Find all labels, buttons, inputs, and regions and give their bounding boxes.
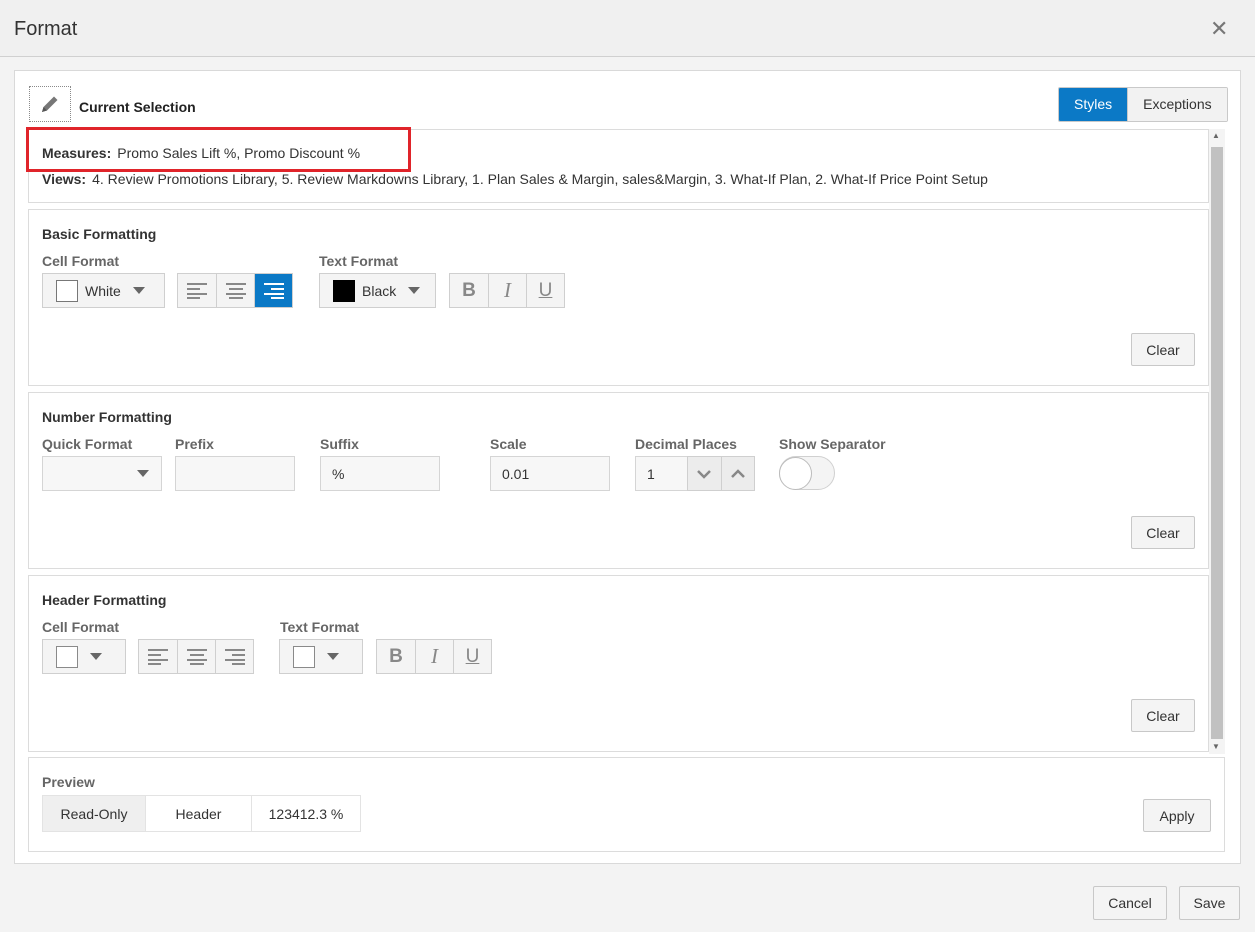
empty-swatch [293, 645, 315, 668]
basic-clear-button[interactable]: Clear [1131, 333, 1195, 366]
bold-icon: B [462, 279, 476, 301]
suffix-label: Suffix [320, 436, 359, 452]
italic-icon: I [504, 278, 511, 302]
align-left-icon [187, 282, 207, 299]
italic-icon: I [431, 644, 438, 668]
decimal-places-label: Decimal Places [635, 436, 737, 452]
header-alignment-group [138, 639, 254, 674]
header-align-right-button[interactable] [215, 640, 253, 673]
tab-styles[interactable]: Styles [1059, 88, 1128, 121]
close-icon[interactable]: ✕ [1210, 16, 1228, 42]
header-align-center-button[interactable] [177, 640, 215, 673]
suffix-input[interactable]: % [320, 456, 440, 491]
decimal-stepper [687, 456, 755, 491]
scroll-down-icon[interactable]: ▼ [1212, 742, 1220, 751]
format-tabs: Styles Exceptions [1058, 87, 1228, 122]
dialog-titlebar [0, 0, 1255, 57]
views-label: Views: [42, 171, 87, 187]
basic-cell-color-value: White [85, 282, 121, 299]
header-formatting-title: Header Formatting [42, 592, 167, 608]
scale-label: Scale [490, 436, 527, 452]
header-text-color-dropdown[interactable] [279, 639, 363, 674]
basic-text-color-dropdown[interactable]: Black [319, 273, 436, 308]
caret-down-icon [408, 287, 421, 294]
header-bold-button[interactable]: B [377, 640, 415, 673]
chevron-down-icon [697, 469, 712, 479]
number-clear-button[interactable]: Clear [1131, 516, 1195, 549]
caret-down-icon [137, 470, 149, 477]
header-align-left-button[interactable] [139, 640, 177, 673]
header-cell-color-dropdown[interactable] [42, 639, 126, 674]
header-cell-format-label: Cell Format [42, 619, 120, 635]
align-left-icon [148, 648, 168, 665]
header-text-style-group: B I U [376, 639, 492, 674]
tab-exceptions[interactable]: Exceptions [1127, 88, 1227, 121]
white-swatch [56, 279, 78, 302]
underline-icon: U [538, 279, 553, 301]
views-line: Views: 4. Review Promotions Library, 5. R… [42, 171, 988, 187]
quick-format-dropdown[interactable] [42, 456, 162, 491]
decimal-places-input[interactable]: 1 [635, 456, 688, 491]
quick-format-label: Quick Format [42, 436, 133, 452]
bold-button[interactable]: B [450, 274, 488, 307]
align-right-button[interactable] [254, 274, 292, 307]
highlight-box [26, 127, 411, 172]
caret-down-icon [327, 653, 339, 660]
align-right-icon [224, 648, 245, 665]
preview-value-cell: 123412.3 % [251, 795, 361, 832]
underline-button[interactable]: U [526, 274, 564, 307]
header-underline-button[interactable]: U [453, 640, 491, 673]
basic-cell-color-dropdown[interactable]: White [42, 273, 165, 308]
bold-icon: B [389, 645, 403, 667]
header-text-format-label: Text Format [280, 619, 360, 635]
toggle-knob [779, 457, 812, 490]
dialog-title: Format [14, 18, 78, 40]
header-italic-button[interactable]: I [415, 640, 453, 673]
prefix-label: Prefix [175, 436, 214, 452]
prefix-input[interactable] [175, 456, 295, 491]
cancel-button[interactable]: Cancel [1093, 886, 1167, 920]
basic-cell-format-label: Cell Format [42, 253, 120, 269]
preview-label: Preview [42, 774, 95, 790]
preview-readonly-cell: Read-Only [42, 795, 146, 832]
underline-icon: U [465, 645, 480, 667]
preview-header-cell: Header [145, 795, 252, 832]
basic-alignment-group [177, 273, 293, 308]
basic-formatting-title: Basic Formatting [42, 226, 157, 242]
basic-text-color-value: Black [362, 282, 397, 299]
caret-down-icon [132, 287, 145, 294]
edit-selection-button[interactable] [29, 86, 71, 122]
align-right-icon [263, 282, 284, 299]
align-center-icon [186, 648, 207, 665]
align-left-button[interactable] [178, 274, 216, 307]
scroll-up-icon[interactable]: ▲ [1212, 131, 1220, 140]
chevron-up-icon [730, 468, 745, 478]
scale-input[interactable]: 0.01 [490, 456, 610, 491]
basic-text-format-label: Text Format [319, 253, 399, 269]
show-separator-label: Show Separator [779, 436, 886, 452]
apply-button[interactable]: Apply [1143, 799, 1211, 832]
align-center-button[interactable] [216, 274, 254, 307]
caret-down-icon [90, 653, 102, 660]
italic-button[interactable]: I [488, 274, 526, 307]
basic-text-style-group: B I U [449, 273, 565, 308]
header-clear-button[interactable]: Clear [1131, 699, 1195, 732]
align-center-icon [225, 282, 246, 299]
pencil-icon [42, 96, 58, 112]
decrement-button[interactable] [688, 457, 722, 490]
black-swatch [333, 279, 355, 302]
current-selection-heading: Current Selection [79, 99, 196, 115]
increment-button[interactable] [722, 457, 755, 490]
empty-swatch [56, 645, 78, 668]
scrollbar-thumb[interactable] [1211, 147, 1223, 739]
views-value: 4. Review Promotions Library, 5. Review … [92, 171, 988, 187]
number-formatting-title: Number Formatting [42, 409, 172, 425]
save-button[interactable]: Save [1179, 886, 1240, 920]
